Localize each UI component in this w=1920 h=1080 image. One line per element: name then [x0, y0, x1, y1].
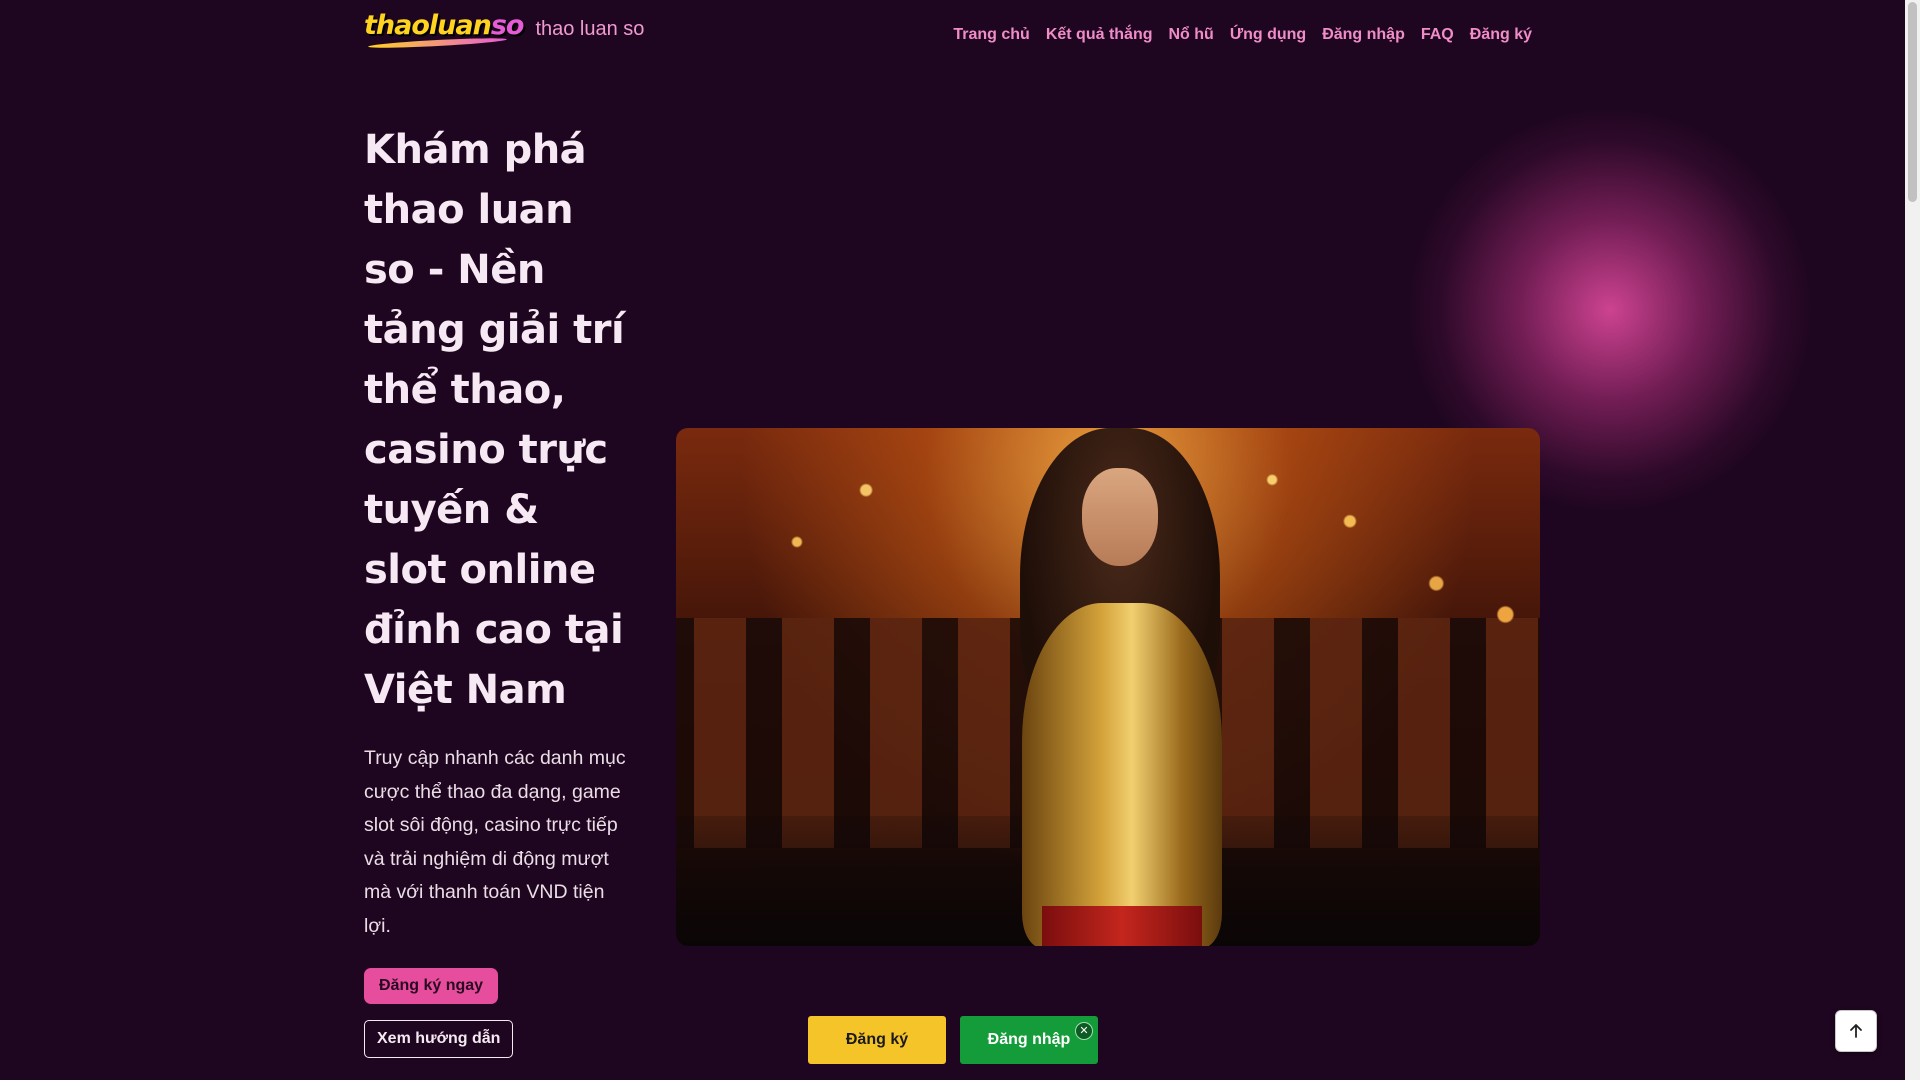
figure-gold-dress: [1022, 603, 1222, 946]
back-to-top-button[interactable]: [1835, 1010, 1877, 1052]
hero-description: Truy cập nhanh các danh mục cược thể tha…: [364, 747, 626, 937]
main-nav: Trang chủ Kết quả thắng Nổ hũ Ứng dụng Đ…: [953, 26, 1532, 44]
sticky-register-button[interactable]: Đăng ký: [808, 1016, 946, 1064]
site-name[interactable]: thao luan so: [535, 18, 644, 41]
hero-image: [676, 428, 1540, 946]
figure-face: [1082, 468, 1158, 566]
nav-link-login[interactable]: Đăng nhập: [1322, 26, 1405, 44]
hero-title: Khám phá thao luan so - Nền tảng giải tr…: [364, 127, 625, 713]
figure-red-skirt: [1042, 906, 1202, 946]
close-icon[interactable]: ✕: [1075, 1022, 1093, 1040]
scrollbar-thumb[interactable]: [1908, 2, 1917, 202]
arrow-up-icon: [1850, 1024, 1862, 1038]
nav-link-results[interactable]: Kết quả thắng: [1046, 26, 1153, 44]
logo-text-part2: so: [490, 10, 525, 41]
logo-text-part1: thaoluan: [364, 10, 492, 41]
nav-link-app[interactable]: Ứng dụng: [1230, 26, 1306, 44]
site-logo[interactable]: thaoluanso thao luan so: [364, 10, 644, 50]
nav-link-home[interactable]: Trang chủ: [953, 26, 1029, 44]
nav-link-register[interactable]: Đăng ký: [1470, 26, 1532, 44]
page-scrollbar[interactable]: [1905, 0, 1920, 1080]
view-guide-button[interactable]: Xem hướng dẫn: [364, 1020, 514, 1058]
nav-link-faq[interactable]: FAQ: [1421, 26, 1454, 44]
register-now-button[interactable]: Đăng ký ngay: [364, 968, 499, 1004]
woman-figure: [1002, 428, 1242, 946]
nav-link-jackpot[interactable]: Nổ hũ: [1169, 26, 1214, 44]
logo-mark: thaoluanso: [364, 10, 525, 50]
